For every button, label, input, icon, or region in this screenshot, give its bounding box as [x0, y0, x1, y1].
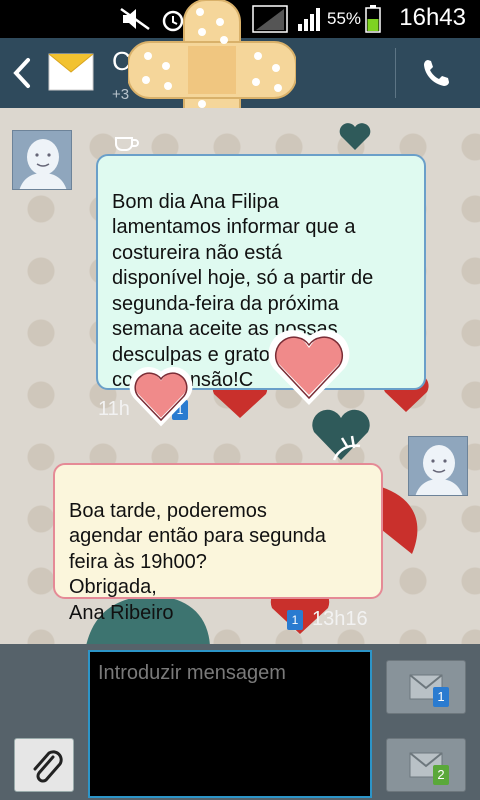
contact-number: +3: [112, 86, 130, 103]
sim2-badge: 2: [433, 765, 449, 785]
paperclip-icon: [33, 750, 63, 783]
back-button[interactable]: [8, 56, 38, 90]
incoming-message-bubble[interactable]: Bom dia Ana Filipa lamentamos informar q…: [96, 154, 426, 391]
teacup-icon: [115, 137, 139, 151]
envelope-icon: [48, 53, 94, 91]
message-time: 13h16: [312, 608, 368, 630]
message-time: 11h: [98, 398, 130, 420]
phone-icon: [424, 60, 449, 86]
outgoing-message-bubble[interactable]: Boa tarde, poderemos agendar então para …: [53, 463, 383, 624]
sim1-badge: 1: [433, 687, 449, 707]
chevron-left-icon: [13, 58, 30, 88]
bunny-sticker: [332, 435, 361, 461]
sim-badge: 1: [287, 610, 303, 630]
composer-bar: 1 2: [0, 644, 480, 800]
message-input[interactable]: [88, 650, 372, 798]
own-avatar[interactable]: [408, 436, 468, 496]
heart-sticker-pink: [268, 330, 350, 406]
heart-sticker-pink: [129, 367, 193, 427]
header-divider: [395, 48, 396, 98]
person-avatar-icon: [13, 131, 71, 189]
send-sim2-button[interactable]: 2: [386, 738, 466, 792]
person-avatar-icon: [409, 437, 467, 495]
attach-button[interactable]: [14, 738, 74, 792]
battery-percent: 55%: [327, 9, 362, 28]
conversation-area[interactable]: Bom dia Ana Filipa lamentamos informar q…: [0, 108, 480, 644]
status-time: 16h43: [399, 4, 466, 31]
heart-sticker-dark: [339, 123, 371, 150]
call-button[interactable]: [412, 52, 462, 96]
battery-icon: [365, 5, 381, 33]
send-sim1-button[interactable]: 1: [386, 660, 466, 714]
signal-bars-icon: [298, 8, 320, 31]
contact-avatar[interactable]: [12, 130, 72, 190]
